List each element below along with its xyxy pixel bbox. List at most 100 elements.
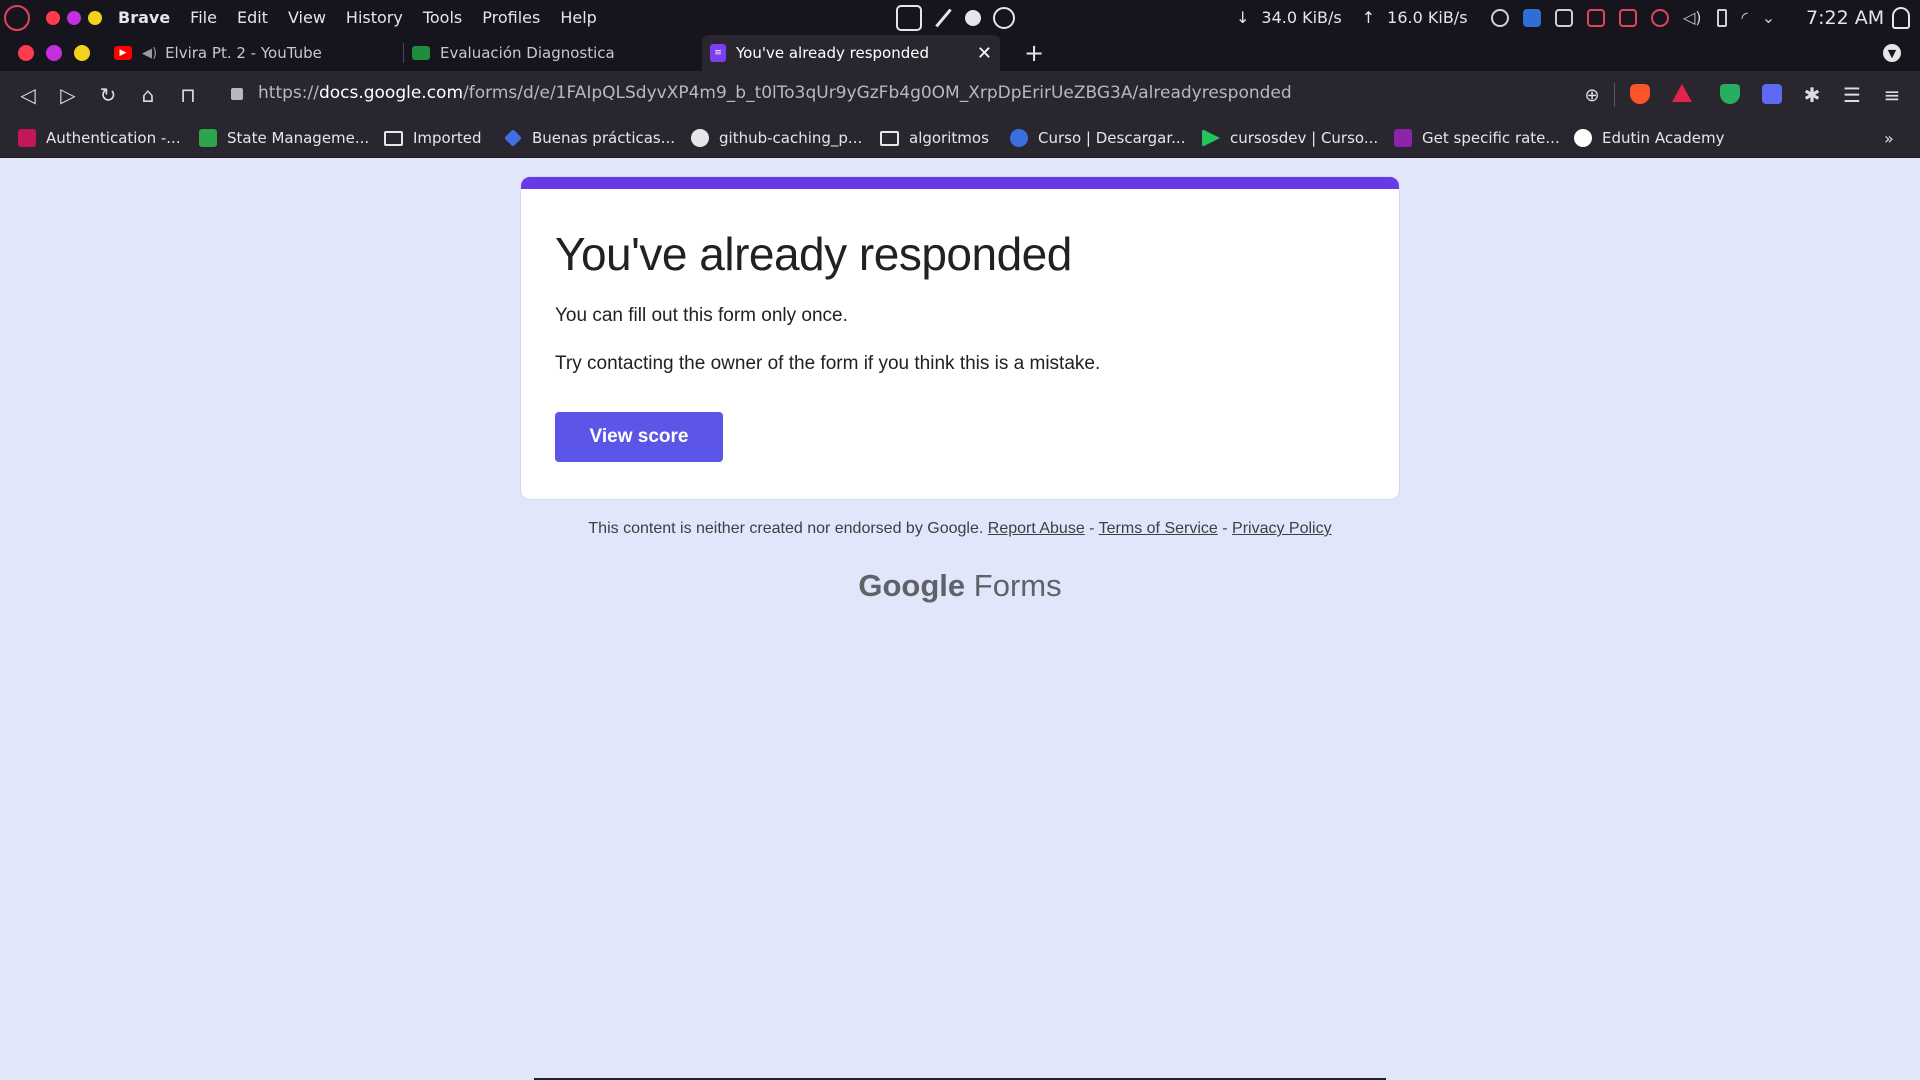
url-path: /forms/d/e/1FAIpQLSdyvXP4m9_b_t0lTo3qUr9… [463,83,1292,103]
menu-tools[interactable]: Tools [423,8,462,27]
image-viewer-icon[interactable] [1587,8,1605,27]
light-bulb-icon[interactable] [993,6,1015,29]
upload-speed: 16.0 KiB/s [1387,8,1468,27]
bookmark-folder-algoritmos[interactable]: algoritmos [880,118,989,158]
menu-view[interactable]: View [288,8,326,27]
bookmark-favicon-icon [1010,129,1028,147]
menu-edit[interactable]: Edit [237,8,268,27]
forward-icon[interactable]: ▷ [56,83,80,107]
extensions-puzzle-icon[interactable]: ✱ [1800,83,1824,107]
lock-icon[interactable] [231,88,243,100]
upload-arrow-icon: ↑ [1361,8,1376,27]
download-speed: 34.0 KiB/s [1261,8,1342,27]
main-menu-icon[interactable]: ≡ [1880,83,1904,107]
traffic-maximize-icon[interactable] [74,45,90,61]
wifi-icon[interactable]: ◜ [1742,8,1748,27]
translate-extension-icon[interactable] [1762,84,1782,104]
clipboard-icon[interactable] [1555,8,1573,27]
close-tab-icon[interactable]: ✕ [977,43,992,64]
bookmark-label: algoritmos [909,129,989,147]
clock[interactable]: 7:22 AM [1806,7,1884,29]
tab-audio-icon[interactable]: ◀) [142,46,157,61]
bookmark-label: Authentication -... [46,129,181,147]
bookmark-favicon-icon [199,129,217,147]
double-chevron-right-icon: » [1884,128,1894,148]
record-icon[interactable] [965,9,981,26]
media-play-icon[interactable] [1491,8,1509,27]
folder-icon [384,130,403,146]
bookmark-favicon-icon [1394,129,1412,147]
brave-rewards-icon[interactable] [1672,84,1692,102]
report-abuse-link[interactable]: Report Abuse [988,520,1085,537]
globe-icon [691,129,709,147]
app-name[interactable]: Brave [118,8,170,27]
bookmark-github-caching[interactable]: github-caching_p... [691,118,862,158]
bookmark-cursosdev[interactable]: cursosdev | Curso... [1202,118,1378,158]
bookmark-page-icon[interactable]: ⊓ [176,83,200,107]
playlist-icon[interactable]: ☰ [1840,83,1864,107]
bookmarks-overflow-button[interactable]: » [1884,118,1894,158]
adblock-extension-icon[interactable] [1720,84,1740,104]
download-arrow-icon: ↓ [1236,8,1250,27]
menu-profiles[interactable]: Profiles [482,8,540,27]
disclaimer-text: This content is neither created nor endo… [588,520,984,537]
menu-history[interactable]: History [346,8,403,27]
zoom-icon[interactable]: ⊕ [1580,83,1604,107]
bookmark-favicon-icon [1202,129,1220,147]
bookmark-label: Edutin Academy [1602,129,1725,147]
brave-shields-icon[interactable] [1630,84,1650,104]
home-icon[interactable]: ⌂ [136,83,160,107]
bookmark-label: cursosdev | Curso... [1230,129,1379,147]
bookmark-label: Imported [413,129,482,147]
tab-label: Evaluación Diagnostica [440,44,615,62]
terms-of-service-link[interactable]: Terms of Service [1099,520,1218,537]
privacy-policy-link[interactable]: Privacy Policy [1232,520,1332,537]
bookmark-curso-descargar[interactable]: Curso | Descargar... [1010,118,1185,158]
alert-bug-icon[interactable] [1651,8,1669,27]
tab-list-dropdown-icon[interactable]: ▼ [1883,44,1901,62]
image-editor-icon[interactable] [1619,8,1637,27]
tab-strip: ▶ ◀) Elvira Pt. 2 - YouTube Evaluación D… [0,35,1920,71]
chevron-down-icon[interactable]: ⌄ [1762,8,1775,27]
bookmark-authentication[interactable]: Authentication -... [18,118,181,158]
minimize-window-icon[interactable] [67,10,81,25]
user-account-icon[interactable] [1892,6,1910,29]
back-icon[interactable]: ◁ [16,83,40,107]
reload-icon[interactable]: ↻ [96,83,120,107]
bookmark-buenas-practicas[interactable]: Buenas prácticas... [504,118,675,158]
folder-icon [880,130,899,146]
system-menu-bar: Brave File Edit View History Tools Profi… [0,0,1920,35]
bookmark-edutin-academy[interactable]: Edutin Academy [1574,118,1725,158]
bookmark-state-management[interactable]: State Manageme... [199,118,369,158]
tab-youtube[interactable]: ▶ ◀) Elvira Pt. 2 - YouTube [106,35,402,71]
tab-label: Elvira Pt. 2 - YouTube [165,44,322,62]
menu-file[interactable]: File [190,8,217,27]
close-window-icon[interactable] [46,10,60,25]
forms-wordmark: Forms [973,568,1062,603]
battery-icon[interactable] [1716,8,1727,27]
google-wordmark: Google [858,568,966,603]
tab-evaluacion[interactable]: Evaluación Diagnostica [404,35,702,71]
response-card: You've already responded You can fill ou… [520,176,1400,500]
color-picker-icon[interactable] [935,8,952,27]
footer-disclaimer: This content is neither created nor endo… [0,520,1920,538]
screenshot-tool-icon[interactable] [1523,8,1541,27]
youtube-icon: ▶ [114,46,132,60]
brave-logo-icon[interactable] [4,4,30,31]
new-tab-button[interactable]: + [1016,35,1052,71]
navigation-bar: ◁ ▷ ↻ ⌂ ⊓ https://docs.google.com/forms/… [0,71,1920,118]
google-forms-logo[interactable]: Google Forms [0,568,1920,604]
tab-forms-active[interactable]: ≡ You've already responded ✕ [702,35,1000,71]
address-bar[interactable]: https://docs.google.com/forms/d/e/1FAIpQ… [258,83,1292,103]
view-score-button[interactable]: View score [555,412,723,462]
page-title: You've already responded [555,228,1072,280]
bookmark-get-specific-rate[interactable]: Get specific rate... [1394,118,1560,158]
maximize-window-icon[interactable] [88,10,102,25]
volume-icon[interactable]: ◁) [1683,8,1702,27]
traffic-close-icon[interactable] [18,45,34,61]
traffic-minimize-icon[interactable] [46,45,62,61]
edit-note-icon[interactable] [896,4,922,31]
bookmark-folder-imported[interactable]: Imported [384,118,482,158]
menu-help[interactable]: Help [560,8,596,27]
toolbar-divider [1614,83,1615,107]
